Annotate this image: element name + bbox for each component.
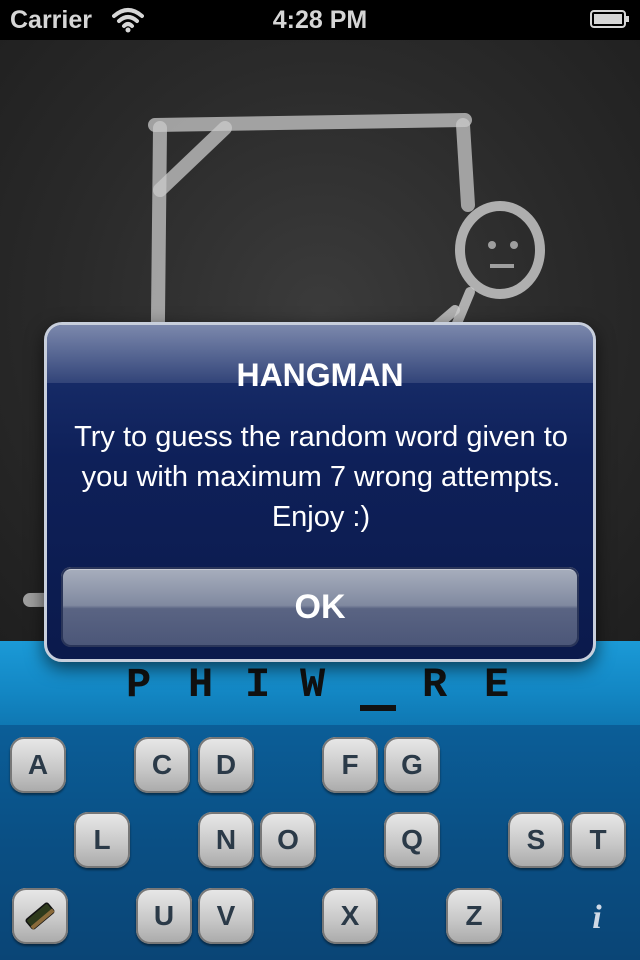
- word-letter: R: [422, 661, 448, 709]
- clock: 4:28 PM: [272, 6, 368, 34]
- gallows-rope: [456, 118, 475, 212]
- key-z[interactable]: Z: [446, 888, 502, 944]
- key-o[interactable]: O: [260, 812, 316, 868]
- status-bar: Carrier 4:28 PM: [0, 0, 640, 40]
- ok-button[interactable]: OK: [61, 567, 579, 647]
- hangman-face: [488, 241, 518, 268]
- key-q[interactable]: Q: [384, 812, 440, 868]
- battery-icon: [590, 10, 629, 28]
- erase-button[interactable]: [12, 888, 68, 944]
- word-letter: I: [245, 661, 271, 709]
- key-f[interactable]: F: [322, 737, 378, 793]
- key-s[interactable]: S: [508, 812, 564, 868]
- key-g[interactable]: G: [384, 737, 440, 793]
- word-blank-underline: [360, 705, 396, 711]
- word-letter: H: [188, 661, 214, 709]
- key-x[interactable]: X: [322, 888, 378, 944]
- word-letter: W: [300, 661, 326, 709]
- key-c[interactable]: C: [134, 737, 190, 793]
- eraser-icon: [25, 902, 55, 930]
- key-u[interactable]: U: [136, 888, 192, 944]
- alert-dialog: HANGMAN Try to guess the random word giv…: [44, 322, 596, 662]
- gallows-brace: [153, 121, 232, 197]
- key-d[interactable]: D: [198, 737, 254, 793]
- key-n[interactable]: N: [198, 812, 254, 868]
- word-letter: P: [126, 661, 152, 709]
- alert-message: Try to guess the random word given to yo…: [74, 421, 568, 533]
- key-v[interactable]: V: [198, 888, 254, 944]
- word-letter: E: [484, 661, 510, 709]
- key-l[interactable]: L: [74, 812, 130, 868]
- info-icon[interactable]: i: [577, 898, 617, 938]
- hangman-head: [455, 201, 545, 299]
- alert-title: HANGMAN: [236, 357, 404, 393]
- key-t[interactable]: T: [570, 812, 626, 868]
- gallows-top-beam: [148, 113, 472, 132]
- key-a[interactable]: A: [10, 737, 66, 793]
